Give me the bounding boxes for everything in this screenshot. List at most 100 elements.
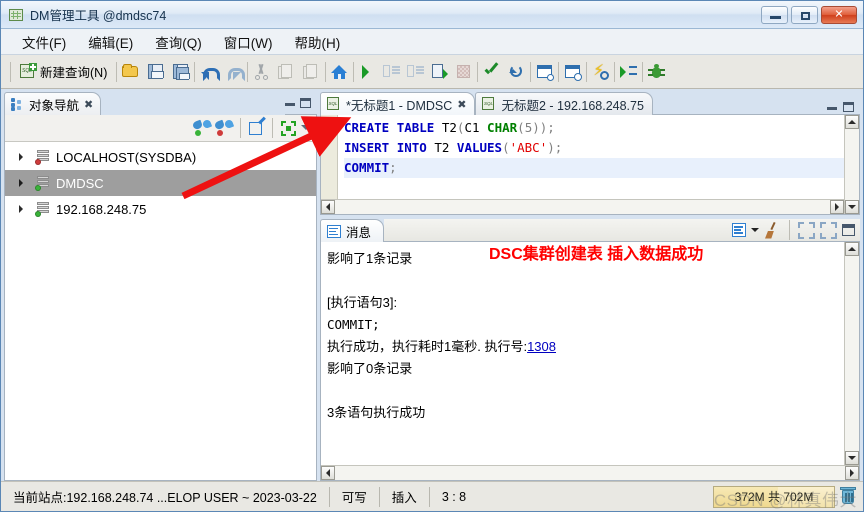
cut-icon[interactable]: [253, 63, 270, 80]
undo-icon[interactable]: [200, 63, 221, 81]
status-site: 当前站点:192.168.248.74 ...ELOP USER ~ 2023-…: [13, 491, 317, 505]
tab-untitled1[interactable]: *无标题1 - DMDSC ✖: [320, 92, 476, 115]
execution-id-link[interactable]: 1308: [527, 339, 556, 354]
scroll-down-icon[interactable]: [845, 451, 859, 465]
clear-messages-icon[interactable]: [764, 221, 781, 239]
rollback-icon[interactable]: [508, 63, 525, 80]
menu-item-help[interactable]: 帮助(H): [283, 29, 351, 55]
navigator-icon: [11, 97, 24, 111]
run-to-icon[interactable]: [620, 63, 638, 80]
new-query-label: 新建查询(N): [40, 66, 108, 80]
execute-indent-icon[interactable]: [383, 63, 401, 80]
menu-bar: 文件(F) 编辑(E) 查询(Q) 窗口(W) 帮助(H): [1, 29, 863, 55]
menu-item-query[interactable]: 查询(Q): [144, 29, 213, 55]
collapse-all-icon[interactable]: [280, 120, 297, 137]
redo-icon[interactable]: [225, 63, 246, 81]
messages-zone: 消息 影响了1条记录 [执行语句3]: COMMIT; 执行成功，执行耗时1毫秒…: [320, 218, 860, 481]
title-bar: DM管理工具 @dmdsc74 ✕: [1, 1, 863, 29]
messages-output[interactable]: 影响了1条记录 [执行语句3]: COMMIT; 执行成功，执行耗时1毫秒. 执…: [321, 242, 844, 465]
tree-item-localhost[interactable]: LOCALHOST(SYSDBA): [5, 144, 316, 170]
open-file-icon[interactable]: [122, 63, 139, 80]
debug-icon[interactable]: [648, 63, 666, 80]
save-icon[interactable]: [147, 63, 165, 80]
tab-messages[interactable]: 消息: [320, 219, 385, 242]
editor-vscrollbar[interactable]: [844, 115, 859, 214]
menu-item-file[interactable]: 文件(F): [11, 29, 77, 55]
maximize-editor-icon[interactable]: [843, 102, 854, 112]
annotation-text: DSC集群创建表 插入数据成功: [489, 246, 704, 263]
connection-tree: LOCALHOST(SYSDBA) DMDSC 192.168.248.75: [5, 142, 316, 480]
execute-icon[interactable]: [359, 63, 376, 80]
expand-chevron-icon[interactable]: [19, 179, 27, 187]
code-line-3: COMMIT;: [344, 158, 844, 178]
scroll-right-icon[interactable]: [830, 200, 844, 214]
message-line-with-link: 执行成功，执行耗时1毫秒. 执行号:1308: [327, 336, 844, 358]
close-icon[interactable]: ✖: [84, 98, 93, 111]
main-window: DM管理工具 @dmdsc74 ✕ 文件(F) 编辑(E) 查询(Q) 窗口(W…: [0, 0, 864, 512]
main-toolbar: 新建查询(N): [1, 55, 863, 89]
history-plan-icon[interactable]: [564, 63, 583, 81]
scroll-left-icon[interactable]: [321, 200, 335, 214]
explain-plan-icon[interactable]: [536, 63, 555, 81]
menu-item-window[interactable]: 窗口(W): [213, 29, 284, 55]
messages-tab-row: 消息: [320, 218, 860, 242]
restore-panel-icon[interactable]: [820, 221, 837, 239]
minimize-button[interactable]: [761, 5, 788, 24]
code-line-2: INSERT INTO T2 VALUES('ABC');: [344, 140, 563, 155]
messages-hscrollbar[interactable]: [321, 465, 859, 480]
tab-untitled2[interactable]: 无标题2 - 192.168.248.75: [475, 92, 653, 115]
editor-hscrollbar[interactable]: [321, 199, 844, 214]
edit-icon[interactable]: [248, 116, 266, 137]
message-line: [执行语句3]:: [327, 295, 398, 310]
scroll-up-icon[interactable]: [845, 115, 859, 129]
close-button[interactable]: ✕: [821, 5, 857, 24]
minimize-panel-icon[interactable]: [285, 103, 295, 106]
minimize-panel-icon[interactable]: [798, 221, 815, 239]
view-menu-icon[interactable]: [301, 125, 311, 135]
navigator-body: LOCALHOST(SYSDBA) DMDSC 192.168.248.75: [4, 115, 317, 481]
sql-code-area[interactable]: CREATE TABLE T2(C1 CHAR(5)); INSERT INTO…: [338, 115, 844, 199]
sql-editor-zone: *无标题1 - DMDSC ✖ 无标题2 - 192.168.248.75: [320, 91, 860, 215]
expand-chevron-icon[interactable]: [19, 205, 27, 213]
minimize-editor-icon[interactable]: [827, 107, 837, 110]
workspace: 对象导航 ✖ LOCALHOST(SYSDBA) DMDSC 192.168.2…: [1, 89, 863, 481]
memory-indicator[interactable]: 372M 共 702M: [713, 485, 835, 508]
tree-item-remote-host[interactable]: 192.168.248.75: [5, 196, 316, 222]
disconnect-icon[interactable]: [213, 118, 235, 136]
new-query-button[interactable]: 新建查询(N): [16, 59, 111, 85]
editor-and-messages: *无标题1 - DMDSC ✖ 无标题2 - 192.168.248.75: [320, 91, 860, 481]
paste-icon[interactable]: [303, 63, 320, 80]
expand-chevron-icon[interactable]: [19, 153, 27, 161]
app-grid-icon: [8, 7, 24, 23]
database-icon: [35, 201, 50, 217]
analyze-icon[interactable]: ⚡: [592, 63, 610, 80]
commit-icon[interactable]: [483, 63, 500, 80]
scroll-up-icon[interactable]: [845, 242, 859, 256]
messages-vscrollbar[interactable]: [844, 242, 859, 465]
database-icon: [35, 175, 50, 191]
maximize-panel-icon[interactable]: [300, 98, 311, 108]
chevron-down-icon[interactable]: [751, 228, 759, 236]
maximize-panel-icon[interactable]: [842, 224, 855, 236]
trash-icon[interactable]: [839, 486, 857, 508]
scroll-down-icon[interactable]: [845, 200, 859, 214]
home-icon[interactable]: [331, 63, 348, 80]
close-icon[interactable]: ✖: [457, 98, 466, 111]
execute-outdent-icon[interactable]: [407, 63, 425, 80]
tree-item-dmdsc[interactable]: DMDSC: [5, 170, 316, 196]
connect-icon[interactable]: [191, 118, 213, 136]
scroll-right-icon[interactable]: [845, 466, 859, 480]
stop-icon[interactable]: [455, 63, 472, 80]
tab-object-navigator[interactable]: 对象导航 ✖: [4, 92, 102, 115]
copy-icon[interactable]: [278, 63, 295, 80]
execute-script-icon[interactable]: [431, 63, 449, 80]
database-icon: [35, 149, 50, 165]
message-line: [327, 380, 844, 402]
editor-tab-label: *无标题1 - DMDSC: [346, 98, 453, 113]
maximize-button[interactable]: [791, 5, 818, 24]
scroll-left-icon[interactable]: [321, 466, 335, 480]
message-line: COMMIT;: [327, 317, 380, 332]
save-all-icon[interactable]: [172, 63, 191, 80]
menu-item-edit[interactable]: 编辑(E): [77, 29, 144, 55]
message-view-icon[interactable]: [732, 223, 746, 237]
